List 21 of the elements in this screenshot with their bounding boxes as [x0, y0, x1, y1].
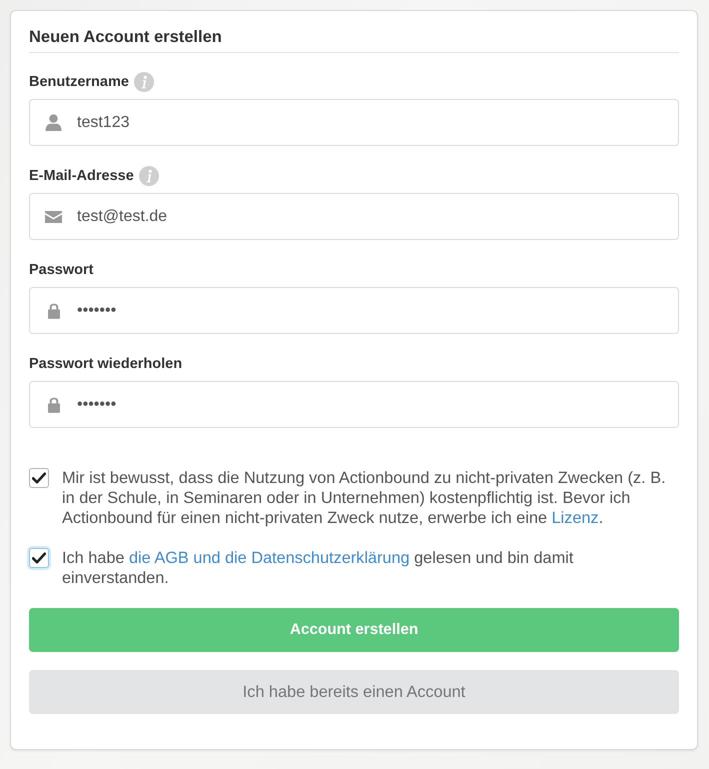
consent-link[interactable]: die AGB und die Datenschutzerklärung	[129, 549, 410, 567]
checkmark-icon	[32, 552, 46, 564]
field-label: E-Mail-Adresse	[29, 167, 134, 185]
checkbox[interactable]	[29, 468, 49, 488]
lock-icon	[48, 396, 60, 412]
username-field[interactable]: test123	[29, 99, 679, 146]
checkmark-icon	[32, 472, 46, 484]
password-field[interactable]: •••••••	[29, 381, 679, 428]
consent-link[interactable]: Lizenz	[552, 509, 599, 527]
password-field[interactable]: •••••••	[29, 287, 679, 334]
field-label: Passwort wiederholen	[29, 355, 182, 373]
user-icon	[45, 114, 62, 131]
email-field[interactable]: test@test.de	[29, 193, 679, 240]
consent-text: Mir ist bewusst, dass die Nutzung von Actionbound zu nicht-privaten Zwecken (z. B. in der Schule, in Seminaren oder in Unternehmen) kostenpflichtig ist. Bevor ich Actionbound für einen nicht-privaten Zweck nutze, erwerbe ich eine Lizenz.	[62, 468, 667, 528]
lock-icon	[48, 302, 60, 318]
form-title: Neuen Account erstellen	[29, 27, 223, 47]
field-label: Benutzername	[29, 73, 129, 91]
login-button[interactable]: Ich habe bereits einen Account	[29, 670, 679, 714]
consent-text: Ich habe die AGB und die Datenschutzerklärung gelesen und bin damit einverstanden.	[62, 548, 574, 588]
envelope-icon	[45, 210, 62, 222]
field-label: Passwort	[29, 261, 94, 279]
